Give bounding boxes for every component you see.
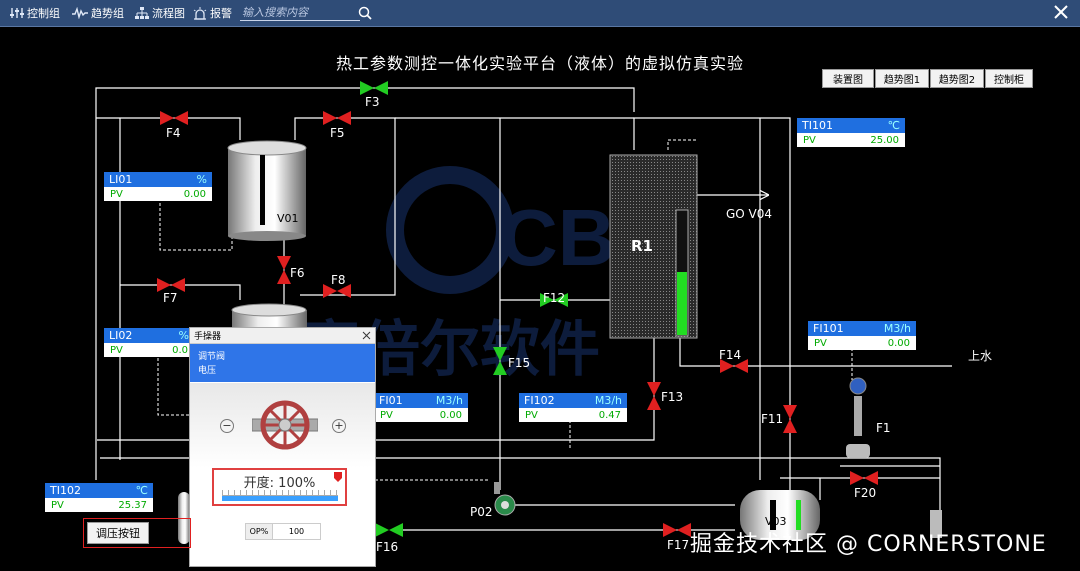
- r1-level-fill: [677, 272, 687, 335]
- pv-label: PV: [110, 344, 123, 356]
- tag-name: TI101: [802, 119, 833, 132]
- pv-label: PV: [525, 409, 538, 421]
- tag-ti101[interactable]: TI101 ℃ PV 25.00: [797, 118, 905, 148]
- label-f13: F13: [661, 390, 684, 404]
- hand-operator-dialog[interactable]: 手操器 调节阀 电压 − + 开度: 100% OP% 100: [189, 327, 376, 567]
- op-label: OP%: [246, 524, 273, 539]
- pv-label: PV: [380, 409, 393, 421]
- label-p02: P02: [470, 505, 493, 519]
- tag-unit: M3/h: [435, 394, 463, 407]
- increase-button[interactable]: +: [332, 419, 346, 433]
- pump-p02[interactable]: [494, 482, 516, 516]
- valve-f4[interactable]: [160, 111, 188, 125]
- tag-name: TI102: [50, 484, 81, 497]
- tag-unit: M3/h: [594, 394, 622, 407]
- label-f16: F16: [376, 540, 399, 554]
- label-f11: F11: [761, 412, 784, 426]
- op-value: 100: [288, 527, 305, 536]
- nav-trend2-button[interactable]: 趋势图2: [930, 69, 984, 88]
- marker-icon[interactable]: [334, 472, 342, 482]
- watermark-text: 掘金技术社区 @ CORNERSTONE: [690, 532, 1047, 557]
- valve-f13[interactable]: [647, 382, 661, 410]
- tag-unit: M3/h: [883, 322, 911, 335]
- pv-value: 0.00: [183, 188, 206, 200]
- control-valve-f1[interactable]: [846, 377, 870, 458]
- pressure-adjust-button[interactable]: 调压按钮: [87, 522, 149, 544]
- nav-control-cabinet-button[interactable]: 控制柜: [985, 69, 1033, 88]
- op-input[interactable]: OP% 100: [245, 523, 321, 540]
- close-icon[interactable]: [362, 331, 371, 340]
- pv-label: PV: [110, 188, 123, 200]
- label-f17: F17: [667, 538, 690, 552]
- pv-value: 0.00: [887, 337, 910, 349]
- opening-label: 开度: 100%: [243, 476, 316, 491]
- tag-name: LI02: [109, 329, 133, 342]
- valve-f7[interactable]: [157, 278, 185, 292]
- pv-label: PV: [814, 337, 827, 349]
- nav-device-diagram-button[interactable]: 装置图: [822, 69, 874, 88]
- tag-name: FI01: [379, 394, 403, 407]
- label-f14: F14: [719, 348, 742, 362]
- reactor-r1[interactable]: [609, 154, 698, 339]
- label-f5: F5: [330, 126, 345, 140]
- tag-fi101[interactable]: FI101 M3/h PV 0.00: [808, 321, 916, 351]
- label-f8: F8: [331, 273, 346, 287]
- tag-li01[interactable]: LI01% PV 0.00: [104, 172, 212, 202]
- tag-unit: %: [178, 329, 189, 342]
- pv-value: 0.0: [172, 344, 188, 356]
- tag-fi01[interactable]: FI01 M3/h PV 0.00: [374, 393, 468, 423]
- label-shangshui: 上水: [968, 349, 993, 363]
- label-f4: F4: [166, 126, 181, 140]
- tag-fi102[interactable]: FI102 M3/h PV 0.47: [519, 393, 627, 423]
- label-r1: R1: [631, 237, 653, 255]
- pv-value: 0.47: [598, 409, 621, 421]
- label-f20: F20: [854, 486, 877, 500]
- valve-f17[interactable]: [663, 523, 691, 537]
- label-f6: F6: [290, 266, 305, 280]
- label-f1: F1: [876, 421, 891, 435]
- pv-value: 0.00: [439, 409, 462, 421]
- pv-label: PV: [803, 134, 816, 146]
- valve-panel: − +: [190, 383, 375, 468]
- valve-f5[interactable]: [323, 111, 351, 125]
- dialog-title: 手操器: [194, 332, 222, 342]
- pv-label: PV: [51, 499, 64, 511]
- valve-f11[interactable]: [783, 405, 797, 433]
- dialog-line2: 电压: [198, 366, 217, 376]
- nav-trend1-button[interactable]: 趋势图1: [875, 69, 929, 88]
- tag-ti102[interactable]: TI102 ℃ PV 25.37: [45, 483, 153, 513]
- opening-bar: [222, 496, 338, 501]
- valve-f6[interactable]: [277, 256, 291, 284]
- tank-v01[interactable]: [227, 140, 307, 241]
- tag-name: FI102: [524, 394, 555, 407]
- dialog-line1: 调节阀: [198, 352, 226, 362]
- tag-unit: ℃: [887, 119, 900, 132]
- label-go-v04: GO V04: [726, 207, 773, 221]
- label-f12: F12: [543, 291, 566, 305]
- opening-indicator: 开度: 100%: [212, 468, 347, 506]
- tag-unit: %: [196, 173, 207, 186]
- label-f7: F7: [163, 291, 178, 305]
- label-v01: V01: [277, 212, 299, 225]
- label-f15: F15: [508, 356, 531, 370]
- valve-f15[interactable]: [493, 347, 507, 375]
- valve-f3[interactable]: [360, 81, 388, 95]
- label-f3: F3: [365, 95, 380, 109]
- valve-f20[interactable]: [850, 471, 878, 485]
- tag-name: LI01: [109, 173, 133, 186]
- tag-name: FI101: [813, 322, 844, 335]
- pv-value: 25.00: [870, 134, 899, 146]
- decrease-button[interactable]: −: [220, 419, 234, 433]
- handwheel-icon: [252, 400, 318, 450]
- tag-li02[interactable]: LI02% PV 0.0: [104, 328, 194, 358]
- tag-unit: ℃: [135, 484, 148, 497]
- valve-f16[interactable]: [375, 523, 403, 537]
- pv-value: 25.37: [118, 499, 147, 511]
